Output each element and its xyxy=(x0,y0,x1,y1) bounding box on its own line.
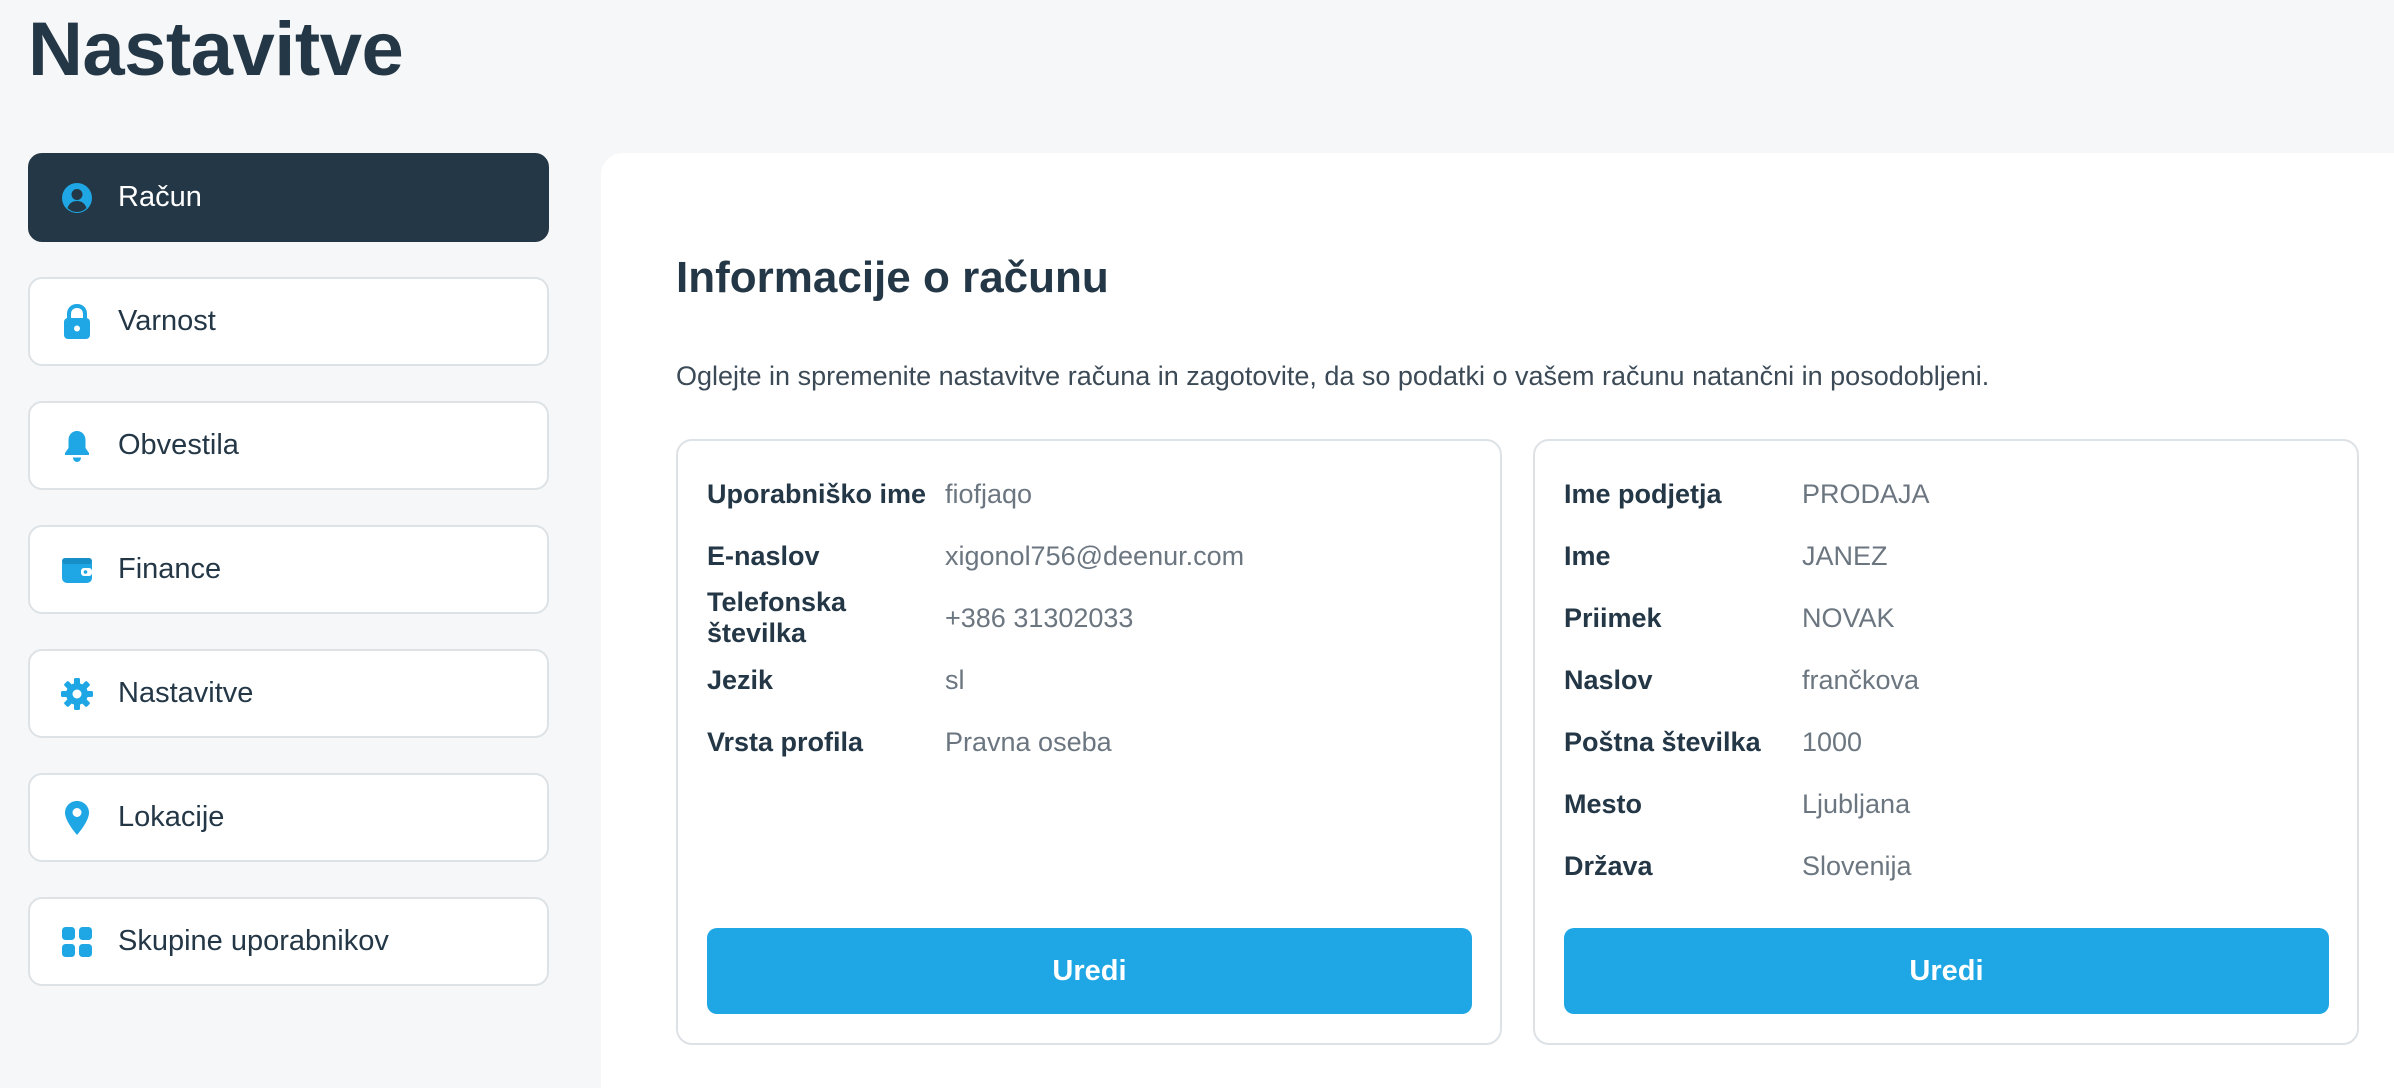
detail-value: 1000 xyxy=(1802,726,1863,757)
detail-row: Telefonska številka +386 31302033 xyxy=(707,587,1244,649)
sidebar-item-finance[interactable]: Finance xyxy=(28,525,549,614)
detail-row: Vrsta profila Pravna oseba xyxy=(707,711,1244,773)
detail-label: Mesto xyxy=(1564,788,1643,819)
detail-label: Država xyxy=(1564,850,1653,881)
bell-icon xyxy=(60,427,94,465)
detail-label: Ime xyxy=(1564,540,1611,571)
edit-company-button[interactable]: Uredi xyxy=(1564,928,2329,1014)
page-title: Nastavitve xyxy=(28,7,404,92)
lock-icon xyxy=(60,303,94,341)
detail-row: Naslov frančkova xyxy=(1564,649,1930,711)
sidebar-item-notifications[interactable]: Obvestila xyxy=(28,401,549,490)
detail-label: Uporabniško ime xyxy=(707,478,927,509)
detail-value: frančkova xyxy=(1802,664,1920,695)
detail-value: fiofjaqo xyxy=(945,478,1033,509)
detail-value: +386 31302033 xyxy=(945,602,1134,633)
gear-icon xyxy=(60,675,94,713)
wallet-icon xyxy=(60,551,94,589)
grid-icon xyxy=(60,923,94,961)
detail-value: JANEZ xyxy=(1802,540,1888,571)
sidebar-item-label: Varnost xyxy=(118,305,216,337)
detail-value: PRODAJA xyxy=(1802,478,1930,509)
account-details-list: Uporabniško ime fiofjaqo E-naslov xigono… xyxy=(707,463,1244,773)
detail-value: Pravna oseba xyxy=(945,726,1112,757)
detail-label: Jezik xyxy=(707,664,774,695)
detail-label: E-naslov xyxy=(707,540,820,571)
detail-label: Priimek xyxy=(1564,602,1662,633)
detail-row: E-naslov xigonol756@deenur.com xyxy=(707,525,1244,587)
section-description: Oglejte in spremenite nastavitve računa … xyxy=(676,361,1990,391)
company-details-card: Ime podjetja PRODAJA Ime JANEZ Priimek N… xyxy=(1533,439,2359,1045)
detail-value: xigonol756@deenur.com xyxy=(945,540,1245,571)
detail-value: Slovenija xyxy=(1802,850,1912,881)
sidebar-item-label: Obvestila xyxy=(118,429,239,461)
detail-label: Naslov xyxy=(1564,664,1653,695)
detail-label: Telefonska številka xyxy=(707,587,847,648)
user-circle-icon xyxy=(60,179,94,217)
sidebar-item-user-groups[interactable]: Skupine uporabnikov xyxy=(28,897,549,986)
detail-label: Ime podjetja xyxy=(1564,478,1722,509)
detail-label: Poštna številka xyxy=(1564,726,1761,757)
sidebar-item-label: Nastavitve xyxy=(118,677,254,709)
detail-row: Uporabniško ime fiofjaqo xyxy=(707,463,1244,525)
map-pin-icon xyxy=(60,799,94,837)
account-info-panel: Informacije o računu Oglejte in spremeni… xyxy=(601,153,2394,1088)
sidebar-item-label: Lokacije xyxy=(118,801,225,833)
sidebar-item-security[interactable]: Varnost xyxy=(28,277,549,366)
sidebar-item-account[interactable]: Račun xyxy=(28,153,549,242)
detail-row: Mesto Ljubljana xyxy=(1564,773,1930,835)
sidebar-item-label: Račun xyxy=(118,181,202,213)
detail-row: Jezik sl xyxy=(707,649,1244,711)
sidebar-item-locations[interactable]: Lokacije xyxy=(28,773,549,862)
account-details-card: Uporabniško ime fiofjaqo E-naslov xigono… xyxy=(676,439,1502,1045)
edit-account-button[interactable]: Uredi xyxy=(707,928,1472,1014)
detail-label: Vrsta profila xyxy=(707,726,864,757)
company-details-list: Ime podjetja PRODAJA Ime JANEZ Priimek N… xyxy=(1564,463,1930,897)
detail-row: Ime podjetja PRODAJA xyxy=(1564,463,1930,525)
settings-sidebar: Račun Varnost Obvestila Finance Nastavit… xyxy=(28,153,549,1021)
detail-row: Poštna številka 1000 xyxy=(1564,711,1930,773)
section-title: Informacije o računu xyxy=(676,253,1109,302)
detail-value: sl xyxy=(945,664,965,695)
detail-row: Priimek NOVAK xyxy=(1564,587,1930,649)
detail-value: NOVAK xyxy=(1802,602,1895,633)
sidebar-item-label: Skupine uporabnikov xyxy=(118,925,389,957)
sidebar-item-label: Finance xyxy=(118,553,222,585)
detail-value: Ljubljana xyxy=(1802,788,1911,819)
sidebar-item-settings[interactable]: Nastavitve xyxy=(28,649,549,738)
detail-row: Država Slovenija xyxy=(1564,835,1930,897)
detail-row: Ime JANEZ xyxy=(1564,525,1930,587)
settings-page: Nastavitve Račun Varnost Obvestila Finan… xyxy=(0,0,2394,1088)
